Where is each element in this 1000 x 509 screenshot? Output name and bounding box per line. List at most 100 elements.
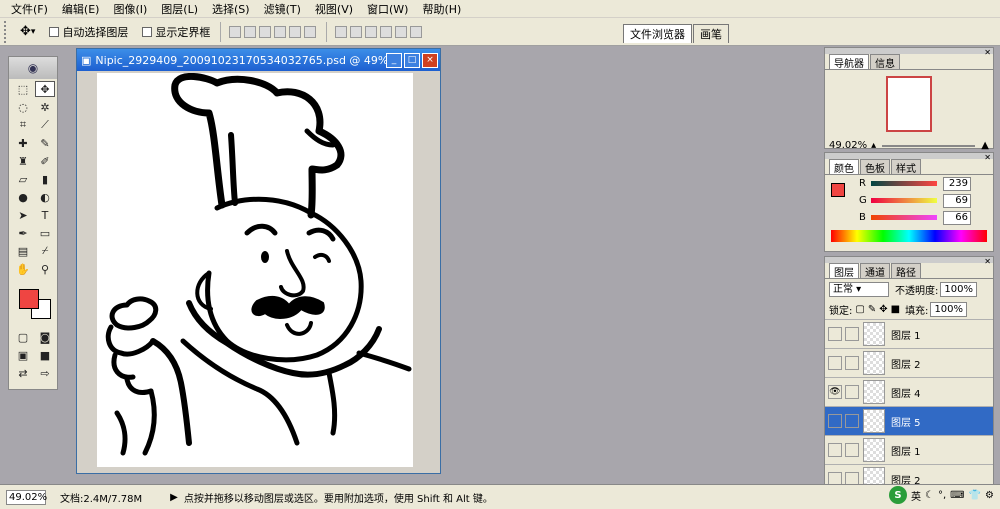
layer-row[interactable]: 图层 2 (825, 348, 993, 377)
blend-mode-select[interactable]: 正常 ▾ (829, 281, 889, 297)
checkbox-box[interactable] (49, 26, 60, 37)
tab-info[interactable]: 信息 (870, 54, 900, 70)
align-top-icon[interactable] (229, 25, 242, 38)
panel-grip[interactable] (825, 153, 993, 159)
g-slider[interactable] (871, 198, 937, 203)
link-icon[interactable] (845, 443, 859, 457)
tab-swatches[interactable]: 色板 (860, 159, 890, 175)
b-value-input[interactable]: 66 (943, 210, 971, 225)
shirt-icon[interactable]: 👕 (969, 490, 981, 501)
minimize-button[interactable]: _ (386, 52, 402, 68)
screen-mode-icon[interactable]: ▣ (13, 347, 33, 363)
tool-preset-picker[interactable]: ✥ ▾ (20, 24, 35, 39)
show-bounds-checkbox[interactable]: 显示定界框 (142, 24, 210, 40)
align-middle-icon[interactable] (244, 25, 257, 38)
color-panel-fg-swatch[interactable] (831, 183, 845, 197)
lock-all-icon[interactable]: ■ (891, 304, 900, 315)
color-ramp[interactable] (831, 230, 987, 242)
imageready-icon[interactable]: ⇨ (35, 365, 55, 381)
menu-window[interactable]: 窗口(W) (360, 1, 415, 17)
close-icon[interactable]: ✕ (984, 257, 991, 266)
lock-move-icon[interactable]: ✥ (879, 304, 887, 315)
tab-paths[interactable]: 路径 (891, 263, 921, 279)
layer-row[interactable]: 图层 1 (825, 319, 993, 348)
marquee-tool-icon[interactable]: ⬚ (13, 81, 33, 97)
image-canvas[interactable] (97, 73, 413, 467)
clone-stamp-icon[interactable]: ♜ (13, 153, 33, 169)
eye-icon[interactable]: 👁 (828, 385, 842, 399)
link-icon[interactable] (845, 385, 859, 399)
pen-tool-icon[interactable]: ✒ (13, 225, 33, 241)
layer-row[interactable]: 👁 图层 4 (825, 377, 993, 406)
zoom-tool-icon[interactable]: ⚲ (35, 261, 55, 277)
lasso-tool-icon[interactable]: ◌ (13, 99, 33, 115)
g-value-input[interactable]: 69 (943, 193, 971, 208)
jump-to-imageready-icon[interactable]: ⇄ (13, 365, 33, 381)
type-tool-icon[interactable]: T (35, 207, 55, 223)
align-center-icon[interactable] (289, 25, 302, 38)
menu-layer[interactable]: 图层(L) (154, 1, 205, 17)
blur-tool-icon[interactable]: ● (13, 189, 33, 205)
punctuation-icon[interactable]: °, (938, 490, 946, 501)
eye-icon[interactable] (828, 414, 842, 428)
link-icon[interactable] (845, 414, 859, 428)
tab-color[interactable]: 颜色 (829, 159, 859, 175)
notes-tool-icon[interactable]: ▤ (13, 243, 33, 259)
healing-brush-icon[interactable]: ✚ (13, 135, 33, 151)
close-button[interactable]: × (422, 52, 438, 68)
path-select-icon[interactable]: ➤ (13, 207, 33, 223)
document-titlebar[interactable]: ▣ Nipic_2929409_20091023170534032765.psd… (77, 49, 440, 71)
panel-grip[interactable] (825, 257, 993, 263)
menu-image[interactable]: 图像(I) (106, 1, 154, 17)
standard-mode-icon[interactable]: ▢ (13, 329, 33, 345)
layer-row[interactable]: 图层 1 (825, 435, 993, 464)
distribute-center-icon[interactable] (395, 25, 408, 38)
distribute-right-icon[interactable] (410, 25, 423, 38)
menu-filter[interactable]: 滤镜(T) (257, 1, 308, 17)
close-icon[interactable]: ✕ (984, 153, 991, 162)
settings-icon[interactable]: ⚙ (985, 490, 994, 501)
eraser-tool-icon[interactable]: ▱ (13, 171, 33, 187)
brush-tool-icon[interactable]: ✎ (35, 135, 55, 151)
tab-layers[interactable]: 图层 (829, 263, 859, 279)
r-slider[interactable] (871, 181, 937, 186)
align-right-icon[interactable] (304, 25, 317, 38)
sogou-ime-icon[interactable]: S (888, 486, 907, 504)
r-value-input[interactable]: 239 (943, 176, 971, 191)
distribute-top-icon[interactable] (335, 25, 348, 38)
foreground-color-swatch[interactable] (19, 289, 39, 309)
menu-select[interactable]: 选择(S) (205, 1, 257, 17)
tab-channels[interactable]: 通道 (860, 263, 890, 279)
eye-icon[interactable] (828, 327, 842, 341)
quick-mask-icon[interactable]: ◙ (35, 329, 55, 345)
panel-grip[interactable] (825, 48, 993, 54)
tab-file-browser[interactable]: 文件浏览器 (623, 24, 692, 43)
crop-tool-icon[interactable]: ⌗ (13, 117, 33, 133)
align-left-icon[interactable] (274, 25, 287, 38)
ime-mode[interactable]: 英 (911, 488, 921, 503)
zoom-out-icon[interactable]: ▴ (871, 140, 876, 151)
menu-file[interactable]: 文件(F) (4, 1, 55, 17)
zoom-input[interactable]: 49.02% (6, 489, 47, 505)
align-bottom-icon[interactable] (259, 25, 272, 38)
eyedropper-tool-icon[interactable]: ⌿ (35, 243, 55, 259)
link-icon[interactable] (845, 327, 859, 341)
distribute-middle-icon[interactable] (350, 25, 363, 38)
zoom-in-icon[interactable]: ▲ (981, 140, 989, 151)
full-screen-icon[interactable]: ■ (35, 347, 55, 363)
gradient-tool-icon[interactable]: ▮ (35, 171, 55, 187)
navigator-thumbnail[interactable] (886, 76, 932, 132)
distribute-left-icon[interactable] (380, 25, 393, 38)
tab-styles[interactable]: 样式 (891, 159, 921, 175)
auto-select-checkbox[interactable]: 自动选择图层 (49, 24, 128, 40)
tab-navigator[interactable]: 导航器 (829, 54, 869, 70)
eye-icon[interactable] (828, 443, 842, 457)
history-brush-icon[interactable]: ✐ (35, 153, 55, 169)
layer-row[interactable]: 图层 2 (825, 464, 993, 485)
shape-tool-icon[interactable]: ▭ (35, 225, 55, 241)
navigator-zoom-value[interactable]: 49.02% (829, 140, 867, 151)
zoom-slider[interactable] (882, 144, 976, 147)
checkbox-box[interactable] (142, 26, 153, 37)
menu-help[interactable]: 帮助(H) (415, 1, 468, 17)
lock-paint-icon[interactable]: ✎ (868, 304, 876, 315)
